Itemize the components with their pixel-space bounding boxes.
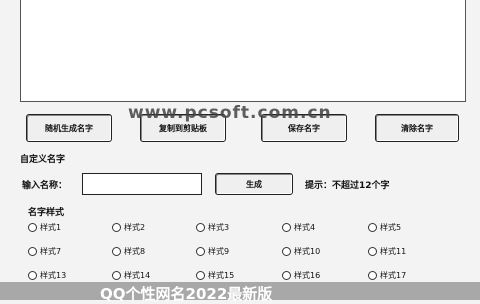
style-option-label: 样式15 xyxy=(208,271,235,280)
radio-icon[interactable] xyxy=(28,247,37,256)
radio-icon[interactable] xyxy=(112,271,121,280)
style-option[interactable]: 样式15 xyxy=(196,270,234,281)
style-option-label: 样式16 xyxy=(294,271,321,280)
custom-generate-button[interactable]: 生成 xyxy=(215,173,293,195)
style-option-label: 样式1 xyxy=(40,223,62,232)
style-option[interactable]: 样式3 xyxy=(196,222,229,233)
style-option[interactable]: 样式5 xyxy=(368,222,401,233)
style-option-label: 样式17 xyxy=(380,271,407,280)
style-option-label: 样式8 xyxy=(124,247,146,256)
radio-icon[interactable] xyxy=(282,223,291,232)
style-option[interactable]: 样式11 xyxy=(368,246,406,257)
watermark: www.pcsoft.com.cn xyxy=(128,103,332,123)
styles-section-label: 名字样式 xyxy=(28,208,65,218)
radio-icon[interactable] xyxy=(196,247,205,256)
radio-icon[interactable] xyxy=(196,223,205,232)
style-option-label: 样式2 xyxy=(124,223,146,232)
style-option[interactable]: 样式1 xyxy=(28,222,61,233)
style-option[interactable]: 样式7 xyxy=(28,246,61,257)
banner-text: QQ个性网名2022最新版 xyxy=(100,285,273,303)
style-option[interactable]: 样式14 xyxy=(112,270,150,281)
style-option-label: 样式9 xyxy=(208,247,230,256)
style-option[interactable]: 样式17 xyxy=(368,270,406,281)
radio-icon[interactable] xyxy=(282,247,291,256)
generate-names-button[interactable]: 随机生成名字 xyxy=(26,114,112,142)
style-option[interactable]: 样式10 xyxy=(282,246,320,257)
radio-icon[interactable] xyxy=(368,223,377,232)
clear-button[interactable]: 清除名字 xyxy=(375,114,459,142)
radio-icon[interactable] xyxy=(368,271,377,280)
custom-section-label: 自定义名字 xyxy=(20,155,66,165)
style-option[interactable]: 样式9 xyxy=(196,246,229,257)
style-option[interactable]: 样式8 xyxy=(112,246,145,257)
name-output-area[interactable] xyxy=(20,0,466,102)
radio-icon[interactable] xyxy=(28,223,37,232)
style-option[interactable]: 样式2 xyxy=(112,222,145,233)
radio-icon[interactable] xyxy=(112,223,121,232)
radio-icon[interactable] xyxy=(196,271,205,280)
style-option-label: 样式4 xyxy=(294,223,316,232)
style-option[interactable]: 样式16 xyxy=(282,270,320,281)
style-option[interactable]: 样式13 xyxy=(28,270,66,281)
style-option-label: 样式3 xyxy=(208,223,230,232)
name-input[interactable] xyxy=(82,173,202,195)
app-window: 随机生成名字 复制到剪贴板 保存名字 清除名字 www.pcsoft.com.c… xyxy=(0,0,480,303)
style-option-label: 样式11 xyxy=(380,247,407,256)
name-input-label: 输入名称： xyxy=(22,181,68,191)
style-option-label: 样式13 xyxy=(40,271,67,280)
length-hint: 提示：不超过12个字 xyxy=(305,181,390,191)
radio-icon[interactable] xyxy=(282,271,291,280)
radio-icon[interactable] xyxy=(368,247,377,256)
style-option-label: 样式14 xyxy=(124,271,151,280)
style-option[interactable]: 样式4 xyxy=(282,222,315,233)
radio-icon[interactable] xyxy=(28,271,37,280)
style-option-label: 样式5 xyxy=(380,223,402,232)
style-option-label: 样式10 xyxy=(294,247,321,256)
style-option-label: 样式7 xyxy=(40,247,62,256)
radio-icon[interactable] xyxy=(112,247,121,256)
